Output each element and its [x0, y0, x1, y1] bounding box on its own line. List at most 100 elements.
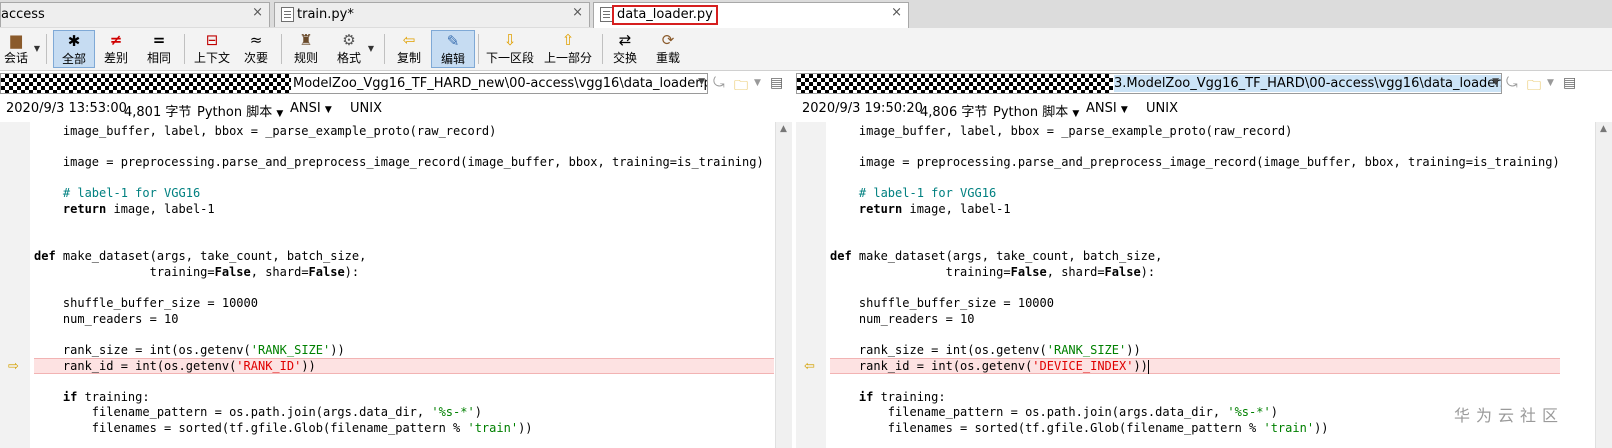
reload-button[interactable]: ⟳ 重载 — [652, 30, 684, 68]
close-icon[interactable]: × — [572, 5, 583, 20]
scrollbar[interactable]: ▲ — [775, 122, 792, 448]
gutter — [796, 122, 826, 448]
code-line: def make_dataset(args, take_count, batch… — [34, 249, 367, 263]
tab-access[interactable]: access × — [0, 2, 270, 27]
eol-label[interactable]: UNIX — [1146, 101, 1178, 116]
eol-label[interactable]: UNIX — [350, 101, 382, 116]
context-icon: ⊟ — [205, 31, 219, 49]
briefcase-icon: ▆ — [10, 31, 22, 49]
divider — [384, 34, 385, 64]
redacted-area — [1, 74, 291, 93]
save-icon[interactable]: ▤ — [770, 75, 783, 91]
file-date: 2020/9/3 13:53:00 — [6, 101, 127, 116]
watermark: 华为云社区 — [1453, 406, 1564, 425]
chevron-up-icon[interactable]: ▲ — [1600, 124, 1607, 134]
approx-icon: ≈ — [249, 31, 263, 49]
chevron-down-icon[interactable]: ▼ — [1547, 78, 1554, 88]
format-button[interactable]: ⚙ 格式 ▼ — [334, 30, 374, 68]
asterisk-icon: ✱ — [67, 32, 81, 50]
diff-line: rank_id = int(os.getenv('DEVICE_INDEX')) — [830, 358, 1560, 374]
refresh-icon[interactable]: ⤿ — [713, 75, 725, 91]
prev-part-button[interactable]: ⇧ 上一部分 — [543, 30, 593, 68]
format-select[interactable]: Python 脚本 ▼ — [197, 101, 283, 120]
left-code-pane[interactable]: ⇨ image_buffer, label, bbox = _parse_exa… — [0, 122, 792, 448]
tab-label: train.py* — [297, 7, 354, 22]
folder-icon[interactable]: 🗀 — [734, 75, 748, 99]
code-line: filenames = sorted(tf.gfile.Glob(filenam… — [830, 421, 1329, 435]
code-line: image = preprocessing.parse_and_preproce… — [830, 155, 1560, 169]
code-line: num_readers = 10 — [34, 312, 179, 326]
close-icon[interactable]: × — [252, 5, 263, 20]
close-icon[interactable]: × — [891, 5, 902, 20]
chevron-down-icon[interactable]: ▼ — [34, 44, 40, 53]
next-section-button[interactable]: ⇩ 下一区段 — [485, 30, 535, 68]
tab-data-loader[interactable]: data_loader.py × — [593, 2, 909, 29]
show-all-button[interactable]: ✱ 全部 — [53, 30, 95, 68]
right-info-bar: 2020/9/3 19:50:20 4,806 字节 Python 脚本 ▼ A… — [796, 98, 1612, 120]
swap-button[interactable]: ⇄ 交换 — [610, 30, 640, 68]
reload-icon: ⟳ — [661, 31, 675, 49]
not-equal-icon: ≠ — [109, 31, 123, 49]
session-button[interactable]: ▆ 会话 ▼ — [2, 30, 40, 68]
code-line: if training: — [34, 390, 150, 404]
right-code-pane[interactable]: ⇦ image_buffer, label, bbox = _parse_exa… — [796, 122, 1612, 448]
file-size: 4,801 字节 — [124, 105, 192, 120]
save-icon[interactable]: ▤ — [1563, 75, 1576, 91]
tab-label: data_loader.py — [612, 5, 718, 25]
copy-button[interactable]: ⇦ 复制 — [393, 30, 425, 68]
code-line: rank_size = int(os.getenv('RANK_SIZE')) — [34, 343, 345, 357]
show-diff-button[interactable]: ≠ 差别 — [100, 30, 132, 68]
code-line: # label-1 for VGG16 — [830, 186, 997, 200]
arrow-right-icon[interactable]: ⇨ — [8, 359, 19, 374]
right-path-input[interactable]: 3.ModelZoo_Vgg16_TF_HARD\00-access\vgg16… — [796, 73, 1502, 94]
left-path-bar: ModelZoo_Vgg16_TF_HARD_new\00-access\vgg… — [0, 72, 790, 96]
chevron-down-icon[interactable]: ▼ — [754, 78, 761, 88]
rules-button[interactable]: ♜ 规则 — [290, 30, 322, 68]
chevron-down-icon: ▼ — [1072, 109, 1080, 119]
tab-train[interactable]: train.py* × — [274, 2, 590, 27]
chevron-down-icon[interactable]: ▼ — [368, 44, 374, 53]
tab-bar: access × train.py* × data_loader.py × — [0, 0, 1612, 29]
code-line: filename_pattern = os.path.join(args.dat… — [830, 405, 1278, 419]
minor-button[interactable]: ≈ 次要 — [239, 30, 273, 68]
code-line: training=False, shard=False): — [830, 265, 1156, 279]
arrow-up-icon: ⇧ — [561, 31, 575, 49]
text-cursor — [1147, 359, 1149, 374]
code-line: # label-1 for VGG16 — [34, 186, 201, 200]
code-line: training=False, shard=False): — [34, 265, 360, 279]
code-line: filenames = sorted(tf.gfile.Glob(filenam… — [34, 421, 533, 435]
encoding-select[interactable]: ANSI ▼ — [290, 101, 332, 116]
edit-button[interactable]: ✎ 编辑 — [431, 30, 475, 68]
chevron-down-icon[interactable]: ▼ — [698, 77, 705, 87]
left-path-input[interactable]: ModelZoo_Vgg16_TF_HARD_new\00-access\vgg… — [0, 73, 708, 94]
code-line: image_buffer, label, bbox = _parse_examp… — [830, 124, 1293, 138]
arrow-left-icon[interactable]: ⇦ — [804, 359, 815, 374]
format-icon: ⚙ — [342, 31, 356, 49]
show-same-button[interactable]: = 相同 — [143, 30, 175, 68]
encoding-select[interactable]: ANSI ▼ — [1086, 101, 1128, 116]
chevron-up-icon[interactable]: ▲ — [780, 124, 787, 134]
divider — [184, 34, 185, 64]
refresh-icon[interactable]: ⤿ — [1506, 75, 1518, 91]
scrollbar[interactable]: ▲ — [1595, 122, 1612, 448]
file-icon — [281, 7, 294, 22]
file-date: 2020/9/3 19:50:20 — [802, 101, 923, 116]
format-select[interactable]: Python 脚本 ▼ — [993, 101, 1079, 120]
swap-icon: ⇄ — [618, 31, 632, 49]
divider — [478, 34, 479, 64]
chevron-down-icon: ▼ — [276, 109, 284, 119]
chevron-down-icon[interactable]: ▼ — [1492, 77, 1499, 87]
context-button[interactable]: ⊟ 上下文 — [192, 30, 232, 68]
chevron-down-icon: ▼ — [1120, 105, 1128, 115]
folder-icon[interactable]: 🗀 — [1527, 75, 1541, 99]
code-line: filename_pattern = os.path.join(args.dat… — [34, 405, 482, 419]
file-size: 4,806 字节 — [920, 105, 988, 120]
code-line: image = preprocessing.parse_and_preproce… — [34, 155, 764, 169]
code-line: def make_dataset(args, take_count, batch… — [830, 249, 1163, 263]
code-line: image_buffer, label, bbox = _parse_examp… — [34, 124, 497, 138]
code-line: shuffle_buffer_size = 10000 — [34, 296, 258, 310]
divider — [602, 34, 603, 64]
tab-label: access — [1, 7, 45, 22]
equals-icon: = — [152, 31, 166, 49]
right-path-bar: 3.ModelZoo_Vgg16_TF_HARD\00-access\vgg16… — [796, 72, 1612, 96]
